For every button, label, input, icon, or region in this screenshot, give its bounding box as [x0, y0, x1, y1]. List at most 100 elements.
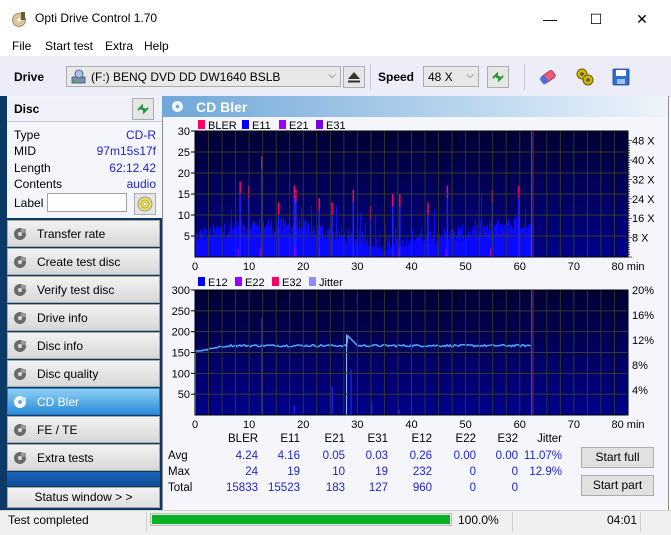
- close-button[interactable]: ✕: [619, 4, 665, 34]
- bler-bar: [446, 185, 449, 199]
- e11-bar: [377, 250, 378, 257]
- e11-bar: [286, 225, 287, 257]
- stats-cell: 0: [469, 482, 476, 494]
- menu-file[interactable]: File: [12, 39, 31, 53]
- e11-bar: [223, 231, 224, 257]
- x-tick-label: 0: [192, 419, 198, 431]
- e11-bar: [201, 229, 202, 257]
- e11-bar: [207, 237, 208, 257]
- erase-button[interactable]: [537, 66, 559, 88]
- disc-contents-label: Contents: [14, 177, 63, 191]
- nav-item-fe-te[interactable]: FE / TE: [7, 416, 160, 443]
- stats-cell: 19: [287, 466, 300, 478]
- y2-tick-label: 20%: [632, 285, 654, 297]
- nav-item-transfer-rate[interactable]: Transfer rate: [7, 220, 160, 247]
- e11-bar: [389, 236, 390, 257]
- e11-bar: [228, 234, 229, 257]
- e11-bar: [473, 237, 474, 257]
- drive-select[interactable]: (F:) BENQ DVD DD DW1640 BSLB ⌵: [66, 66, 341, 87]
- e11-bar: [209, 234, 210, 257]
- e11-bar: [456, 235, 457, 257]
- e11-bar: [484, 226, 485, 257]
- maximize-button[interactable]: ☐: [573, 4, 619, 34]
- save-button[interactable]: [610, 66, 632, 88]
- menu-start-test[interactable]: Start test: [45, 39, 93, 53]
- status-window-button[interactable]: Status window > >: [7, 487, 160, 508]
- e11-bar: [511, 224, 512, 257]
- menu-help[interactable]: Help: [144, 39, 169, 53]
- e11-bar: [405, 244, 406, 257]
- e21-bar: [445, 248, 447, 257]
- e11-bar: [394, 244, 395, 257]
- e11-bar: [328, 229, 329, 257]
- e11-bar: [388, 242, 389, 257]
- chevron-down-icon: ⌵: [466, 70, 474, 81]
- nav-item-drive-info[interactable]: Drive info: [7, 304, 160, 331]
- e11-bar: [211, 238, 212, 257]
- nav-item-disc-info[interactable]: Disc info: [7, 332, 160, 359]
- nav-item-verify-test-disc[interactable]: Verify test disc: [7, 276, 160, 303]
- e11-bar: [454, 231, 455, 257]
- disc-header-label: Disc: [14, 102, 40, 116]
- e11-bar: [308, 223, 309, 257]
- e11-bar: [326, 238, 327, 257]
- eject-button[interactable]: [343, 66, 365, 88]
- e11-bar: [483, 224, 484, 257]
- y2-tick-label: 8%: [632, 360, 648, 372]
- stats-header: E31: [367, 433, 388, 445]
- e12-bar: [398, 410, 401, 415]
- e11-bar: [420, 233, 421, 257]
- chevron-down-icon: ⌵: [328, 70, 336, 81]
- speed-select[interactable]: 48 X ⌵: [423, 66, 479, 87]
- nav-item-cd-bler[interactable]: CD Bler: [7, 388, 160, 415]
- toolbar-separator: [524, 64, 525, 90]
- nav-item-disc-quality[interactable]: Disc quality: [7, 360, 160, 387]
- refresh-speed-button[interactable]: [487, 66, 509, 88]
- e11-bar: [441, 242, 442, 257]
- e11-bar: [258, 226, 259, 257]
- e11-bar: [368, 246, 369, 257]
- x-tick-label: 40: [405, 261, 417, 273]
- e11-bar: [305, 219, 306, 257]
- minimize-button[interactable]: —: [527, 4, 573, 34]
- stats-header: E21: [324, 433, 345, 445]
- nav-item-extra-tests[interactable]: Extra tests: [7, 444, 160, 471]
- stats-row-label: Total: [168, 482, 193, 494]
- stats-header: E11: [280, 433, 300, 445]
- settings-button[interactable]: [574, 66, 596, 88]
- e11-bar: [212, 234, 213, 257]
- legend-label: E21: [289, 120, 309, 132]
- x-tick-label: 50: [460, 261, 472, 273]
- e11-bar: [373, 244, 374, 257]
- drive-value: (F:) BENQ DVD DD DW1640 BSLB: [91, 70, 281, 84]
- e11-bar: [396, 238, 397, 257]
- nav-item-create-test-disc[interactable]: Create test disc: [7, 248, 160, 275]
- e11-bar: [460, 227, 461, 257]
- speed-value: 48 X: [428, 70, 453, 84]
- e11-bar: [474, 225, 475, 257]
- e11-bar: [324, 235, 325, 257]
- x-tick-label: 20: [297, 419, 309, 431]
- e11-bar: [268, 220, 269, 257]
- menu-extra[interactable]: Extra: [105, 39, 133, 53]
- start-part-button[interactable]: Start part: [581, 475, 654, 496]
- e11-bar: [255, 221, 256, 257]
- stats-header: BLER: [228, 433, 259, 445]
- start-full-button[interactable]: Start full: [581, 447, 654, 468]
- e11-bar: [347, 229, 348, 257]
- e11-bar: [282, 229, 283, 257]
- e11-bar: [440, 236, 441, 257]
- e21-bar: [259, 248, 261, 257]
- legend-label: E11: [252, 120, 271, 132]
- e11-bar: [350, 234, 351, 257]
- e11-bar: [366, 241, 367, 257]
- stats-cell: 4.24: [235, 450, 258, 462]
- e11-bar: [404, 246, 405, 257]
- bler-bar: [318, 198, 320, 211]
- e11-bar: [497, 219, 498, 257]
- disc-label-input[interactable]: [47, 193, 127, 212]
- e11-bar: [287, 225, 288, 257]
- stats-cell: 0.26: [409, 450, 432, 462]
- disc-label-button[interactable]: [134, 193, 156, 215]
- disc-refresh-button[interactable]: [132, 98, 154, 120]
